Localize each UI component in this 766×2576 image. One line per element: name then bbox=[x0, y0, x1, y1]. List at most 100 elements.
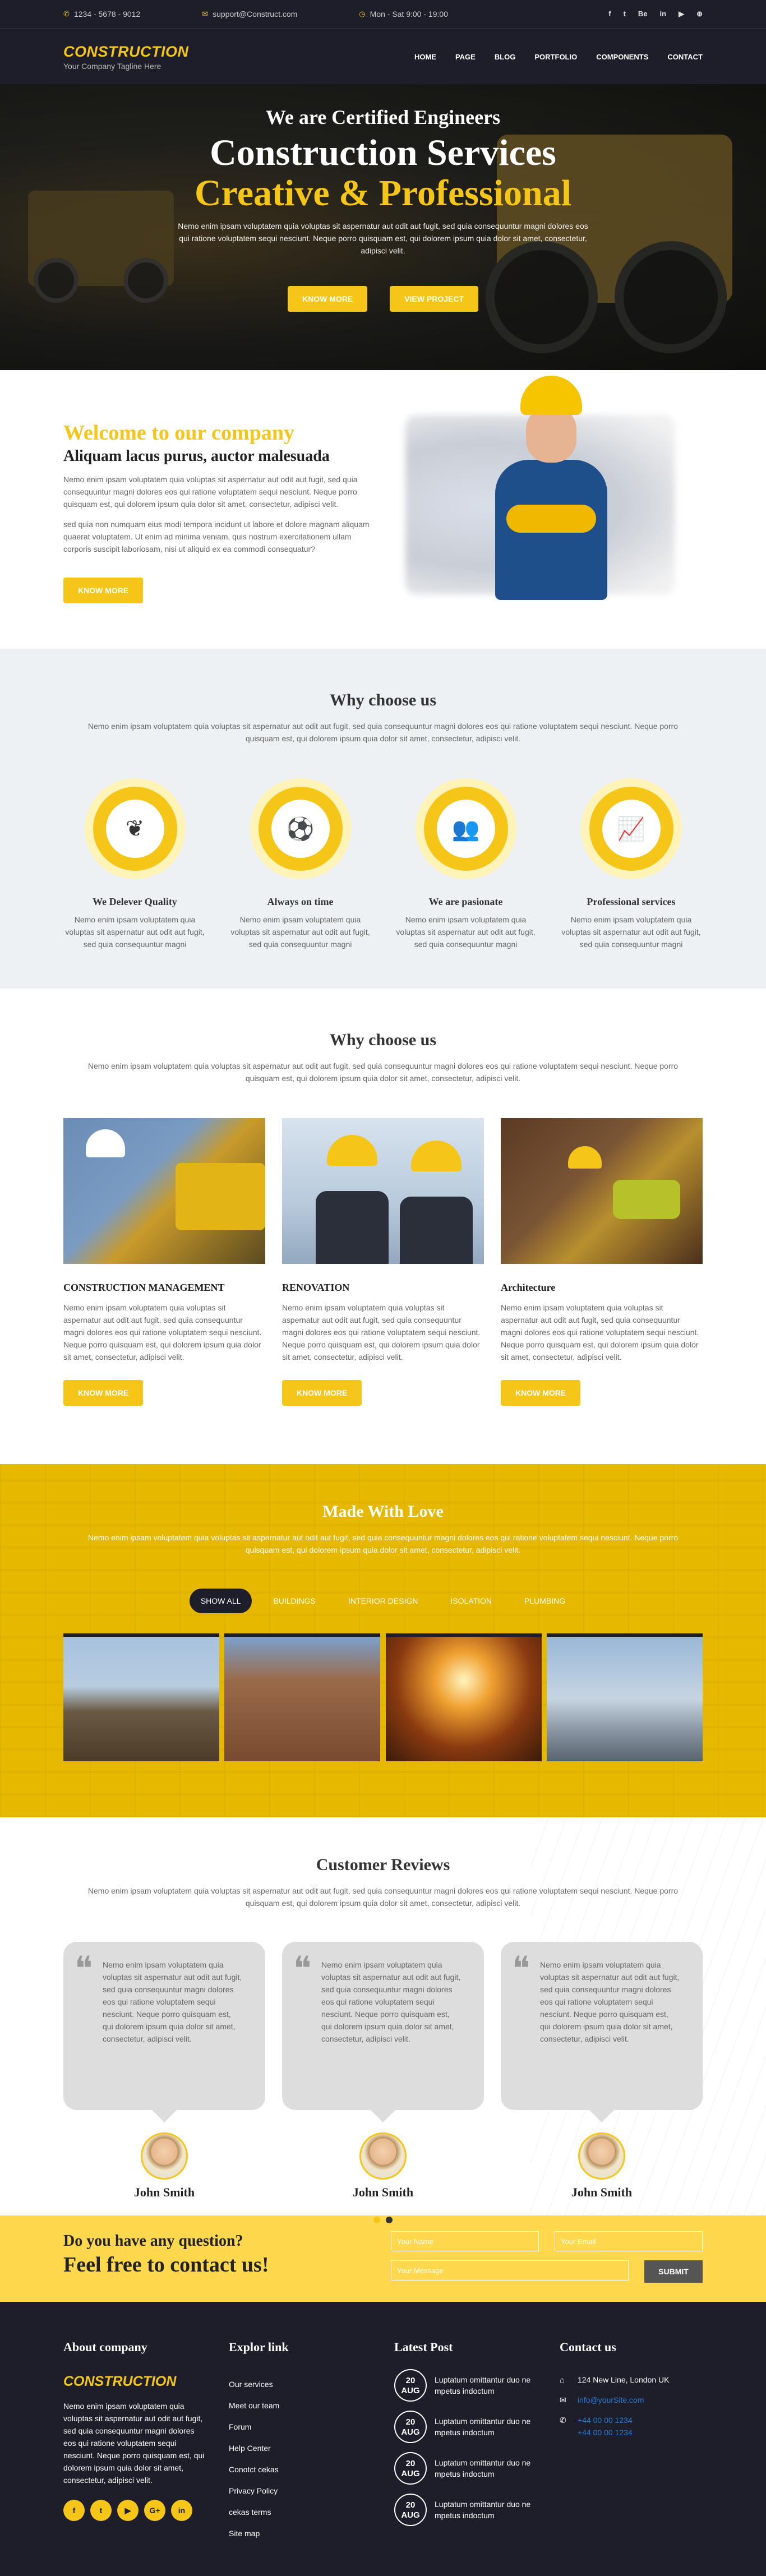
footer-heading: Contact us bbox=[560, 2340, 616, 2354]
phone-line: ✆ +44 00 00 1234 +44 00 00 1234 bbox=[560, 2414, 703, 2439]
service-know-more-button[interactable]: KNOW MORE bbox=[501, 1380, 581, 1406]
feature-on-time: ⚽ Always on time Nemo enim ipsam volupta… bbox=[229, 778, 372, 950]
filter-interior-design[interactable]: INTERIOR DESIGN bbox=[337, 1589, 429, 1613]
gallery-image[interactable] bbox=[224, 1633, 381, 1761]
youtube-icon[interactable]: ▶ bbox=[679, 10, 684, 19]
logo[interactable]: CONSTRUCTION Your Company Tagline Here bbox=[63, 43, 189, 71]
nav-components[interactable]: COMPONENTS bbox=[596, 53, 648, 61]
logo-title[interactable]: CONSTRUCTION bbox=[63, 43, 189, 61]
email-line[interactable]: ✉ info@yourSite.com bbox=[560, 2394, 703, 2406]
post-title[interactable]: Luptatum omittantur duo ne mpetus indoct… bbox=[435, 2374, 537, 2397]
welcome-text-block: Welcome to our company Aliquam lacus pur… bbox=[63, 421, 372, 603]
welcome-know-more-button[interactable]: KNOW MORE bbox=[63, 578, 144, 603]
gallery-image[interactable] bbox=[385, 1633, 542, 1761]
nav-portfolio[interactable]: PORTFOLIO bbox=[534, 53, 577, 61]
quote-icon: ❝ bbox=[293, 1950, 312, 1987]
hero-know-more-button[interactable]: KNOW MORE bbox=[287, 286, 368, 312]
reviewer-name: John Smith bbox=[133, 2185, 195, 2199]
linkedin-icon[interactable]: in bbox=[660, 10, 667, 19]
address-line: ⌂ 124 New Line, London UK bbox=[560, 2374, 703, 2386]
carousel-dots bbox=[63, 2217, 703, 2223]
section-description: Nemo enim ipsam voluptatem quia voluptas… bbox=[87, 722, 679, 743]
gallery-image[interactable] bbox=[546, 1633, 703, 1761]
service-know-more-button[interactable]: KNOW MORE bbox=[282, 1380, 362, 1406]
footer-link[interactable]: Conotct cekas bbox=[229, 2459, 372, 2480]
email-field[interactable]: Your Email bbox=[555, 2231, 703, 2251]
youtube-icon[interactable]: ▶ bbox=[117, 2500, 139, 2521]
mail-icon: ✉ bbox=[202, 10, 209, 18]
section-title: Customer Reviews bbox=[316, 1855, 450, 1874]
post-title[interactable]: Luptatum omittantur duo ne mpetus indoct… bbox=[435, 2499, 537, 2521]
facebook-icon[interactable]: f bbox=[608, 10, 611, 19]
footer-about: About company CONSTRUCTION Nemo enim ips… bbox=[63, 2340, 206, 2544]
section-description: Nemo enim ipsam voluptatem quia voluptas… bbox=[87, 1886, 679, 1908]
clock-icon: ◷ bbox=[359, 10, 366, 18]
feature-passionate: 👥 We are pasionate Nemo enim ipsam volup… bbox=[394, 778, 537, 950]
name-field[interactable]: Your Name bbox=[391, 2231, 539, 2251]
email-info[interactable]: ✉ support@Construct.com bbox=[202, 10, 297, 19]
service-know-more-button[interactable]: KNOW MORE bbox=[63, 1380, 144, 1406]
footer-heading: Explor link bbox=[229, 2340, 289, 2354]
feature-quality: ❦ We Delever Quality Nemo enim ipsam vol… bbox=[63, 778, 206, 950]
top-bar: ✆ 1234 - 5678 - 9012 ✉ support@Construct… bbox=[0, 0, 766, 28]
contact-strip: Do you have any question? Feel free to c… bbox=[0, 2215, 766, 2302]
email-text[interactable]: support@Construct.com bbox=[213, 10, 297, 19]
google-plus-icon[interactable]: G+ bbox=[144, 2500, 165, 2521]
mail-icon: ✉ bbox=[560, 2395, 566, 2404]
avatar bbox=[359, 2132, 407, 2180]
post-title[interactable]: Luptatum omittantur duo ne mpetus indoct… bbox=[435, 2457, 537, 2480]
social-links: f t Be in ▶ ⊕ bbox=[608, 10, 703, 19]
leaf-icon: ❦ bbox=[105, 800, 164, 858]
hero-view-project-button[interactable]: VIEW PROJECT bbox=[390, 286, 478, 312]
feature-text: Nemo enim ipsam voluptatem quia voluptas… bbox=[561, 915, 701, 949]
footer-link[interactable]: Meet our team bbox=[229, 2395, 372, 2416]
footer-logo[interactable]: CONSTRUCTION bbox=[63, 2374, 206, 2390]
twitter-icon[interactable]: t bbox=[90, 2500, 112, 2521]
why-choose-features-section: Why choose us Nemo enim ipsam voluptatem… bbox=[0, 649, 766, 989]
footer-link[interactable]: Privacy Policy bbox=[229, 2480, 372, 2501]
submit-button[interactable]: SUBMIT bbox=[644, 2260, 703, 2283]
footer-link[interactable]: Our services bbox=[229, 2374, 372, 2395]
footer-link[interactable]: Forum bbox=[229, 2416, 372, 2437]
portfolio-section: Made With Love Nemo enim ipsam voluptate… bbox=[0, 1464, 766, 1817]
feature-title: Always on time bbox=[267, 896, 334, 907]
message-field[interactable]: Your Message bbox=[391, 2260, 629, 2280]
feature-professional: 📈 Professional services Nemo enim ipsam … bbox=[560, 778, 703, 950]
filter-isolation[interactable]: ISOLATION bbox=[439, 1589, 503, 1613]
filter-show-all[interactable]: SHOW ALL bbox=[189, 1589, 252, 1613]
linkedin-icon[interactable]: in bbox=[171, 2500, 192, 2521]
post-item[interactable]: 20 AUG Luptatum omittantur duo ne mpetus … bbox=[394, 2452, 537, 2485]
site-footer: About company CONSTRUCTION Nemo enim ips… bbox=[0, 2302, 766, 2576]
facebook-icon[interactable]: f bbox=[63, 2500, 85, 2521]
feature-title: We Delever Quality bbox=[93, 896, 177, 907]
nav-blog[interactable]: BLOG bbox=[495, 53, 516, 61]
hours-text: Mon - Sat 9:00 - 19:00 bbox=[370, 10, 448, 19]
feature-text: Nemo enim ipsam voluptatem quia voluptas… bbox=[230, 915, 370, 949]
hero-subtitle: Creative & Professional bbox=[194, 173, 572, 214]
nav-page[interactable]: PAGE bbox=[455, 53, 476, 61]
avatar bbox=[578, 2132, 625, 2180]
hero-banner: We are Certified Engineers Construction … bbox=[0, 84, 766, 370]
section-description: Nemo enim ipsam voluptatem quia voluptas… bbox=[87, 1533, 679, 1554]
post-item[interactable]: 20 AUG Luptatum omittantur duo ne mpetus … bbox=[394, 2494, 537, 2526]
nav-contact[interactable]: CONTACT bbox=[667, 53, 703, 61]
post-item[interactable]: 20 AUG Luptatum omittantur duo ne mpetus … bbox=[394, 2411, 537, 2443]
filter-buildings[interactable]: BUILDINGS bbox=[262, 1589, 326, 1613]
twitter-icon[interactable]: t bbox=[624, 10, 626, 19]
gallery-image[interactable] bbox=[63, 1633, 219, 1761]
dribbble-icon[interactable]: ⊕ bbox=[696, 10, 703, 19]
footer-link[interactable]: cekas terms bbox=[229, 2501, 372, 2523]
footer-link[interactable]: Help Center bbox=[229, 2437, 372, 2459]
behance-icon[interactable]: Be bbox=[638, 10, 648, 19]
service-card: CONSTRUCTION MANAGEMENT Nemo enim ipsam … bbox=[63, 1118, 265, 1406]
footer-link[interactable]: Site map bbox=[229, 2523, 372, 2544]
feature-text: Nemo enim ipsam voluptatem quia voluptas… bbox=[396, 915, 536, 949]
nav-home[interactable]: HOME bbox=[414, 53, 436, 61]
post-item[interactable]: 20 AUG Luptatum omittantur duo ne mpetus … bbox=[394, 2369, 537, 2402]
service-text: Nemo enim ipsam voluptatem quia voluptas… bbox=[63, 1303, 262, 1361]
main-nav: HOME PAGE BLOG PORTFOLIO COMPONENTS CONT… bbox=[414, 53, 703, 61]
carousel-dot[interactable] bbox=[373, 2217, 380, 2223]
carousel-dot[interactable] bbox=[386, 2217, 393, 2223]
post-title[interactable]: Luptatum omittantur duo ne mpetus indoct… bbox=[435, 2416, 537, 2438]
filter-plumbing[interactable]: PLUMBING bbox=[513, 1589, 576, 1613]
